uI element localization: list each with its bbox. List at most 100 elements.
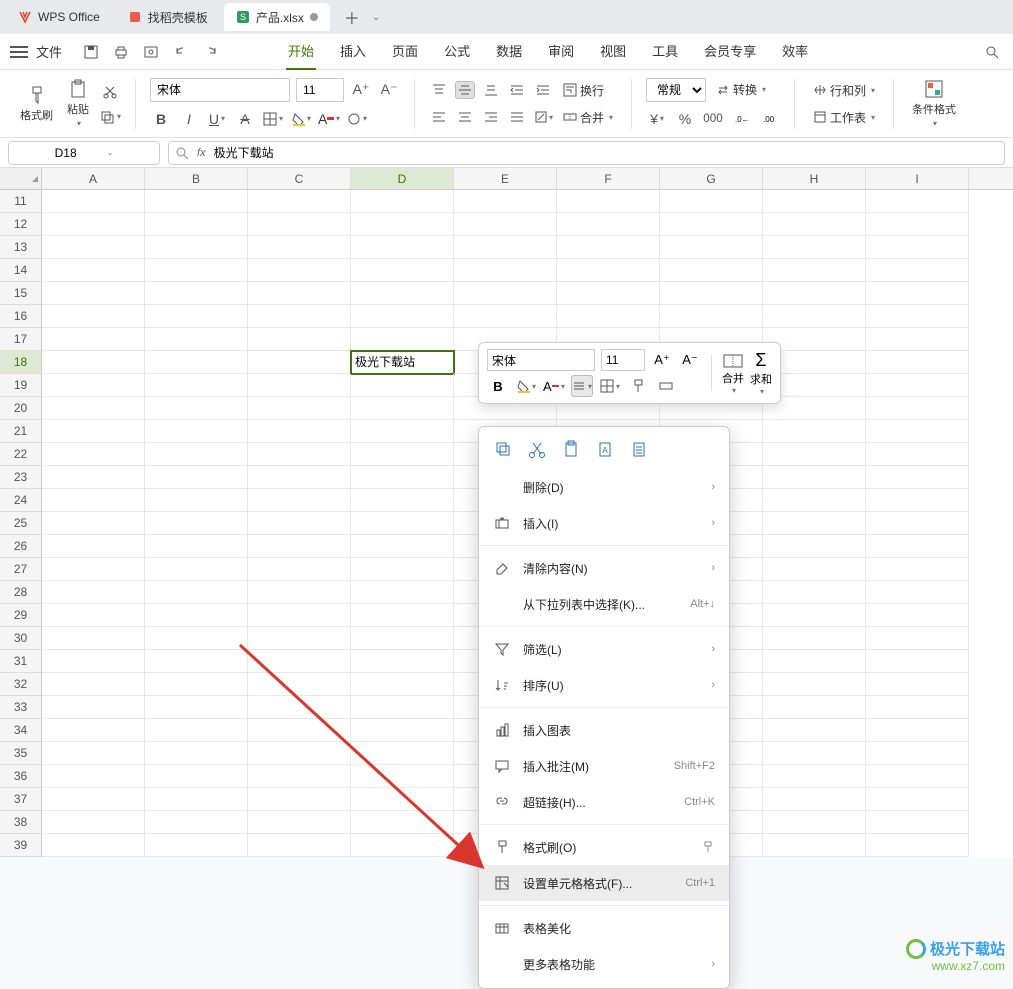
cell[interactable]	[351, 719, 454, 742]
cell[interactable]	[351, 420, 454, 443]
cell[interactable]	[866, 535, 969, 558]
cell[interactable]	[145, 374, 248, 397]
add-tab-button[interactable]: ＋	[340, 5, 364, 29]
cell[interactable]	[866, 328, 969, 351]
cell[interactable]	[351, 696, 454, 719]
font-family-select[interactable]	[150, 78, 290, 102]
col-header[interactable]: H	[763, 168, 866, 189]
cell[interactable]	[145, 696, 248, 719]
cell[interactable]	[557, 259, 660, 282]
mini-border-icon[interactable]: ▾	[599, 375, 621, 397]
hamburger-icon[interactable]	[10, 46, 28, 58]
ctx-filter[interactable]: 筛选(L)›	[479, 631, 729, 667]
cell[interactable]	[866, 213, 969, 236]
col-header[interactable]: A	[42, 168, 145, 189]
cell[interactable]	[351, 328, 454, 351]
align-center-icon[interactable]	[455, 108, 475, 126]
border-icon[interactable]: ▾	[262, 108, 284, 130]
paste-button[interactable]: 粘贴▾	[63, 77, 93, 130]
mini-merge-column[interactable]: 合并▾	[722, 352, 744, 395]
cell[interactable]	[866, 696, 969, 719]
cell[interactable]	[42, 765, 145, 788]
cell[interactable]	[248, 650, 351, 673]
cell[interactable]	[454, 282, 557, 305]
cell[interactable]	[866, 742, 969, 765]
cell[interactable]	[351, 236, 454, 259]
cell[interactable]	[248, 535, 351, 558]
tab-data[interactable]: 数据	[494, 33, 524, 70]
cell[interactable]	[248, 282, 351, 305]
row-header[interactable]: 24	[0, 489, 41, 512]
cell[interactable]	[866, 190, 969, 213]
convert-button[interactable]: 转换▾	[712, 79, 770, 100]
col-header[interactable]: E	[454, 168, 557, 189]
row-header[interactable]: 33	[0, 696, 41, 719]
cell[interactable]	[660, 282, 763, 305]
copy-icon[interactable]: ▾	[99, 106, 121, 128]
cell[interactable]	[866, 420, 969, 443]
row-header[interactable]: 38	[0, 811, 41, 834]
cell[interactable]	[763, 558, 866, 581]
cell[interactable]	[557, 213, 660, 236]
cell[interactable]	[145, 558, 248, 581]
row-header[interactable]: 30	[0, 627, 41, 650]
cell[interactable]	[248, 489, 351, 512]
comma-icon[interactable]: 000	[702, 108, 724, 130]
row-header[interactable]: 13	[0, 236, 41, 259]
cell[interactable]	[351, 811, 454, 834]
ctx-cell-format[interactable]: 设置单元格格式(F)...Ctrl+1	[479, 865, 729, 901]
mini-increase-font-icon[interactable]: A⁺	[651, 349, 673, 371]
cell[interactable]	[351, 259, 454, 282]
cell[interactable]	[145, 236, 248, 259]
cell[interactable]	[351, 374, 454, 397]
cell[interactable]	[866, 489, 969, 512]
cell[interactable]	[145, 673, 248, 696]
formula-input[interactable]: fx 极光下载站	[168, 141, 1005, 165]
cell[interactable]	[866, 397, 969, 420]
align-top-icon[interactable]	[429, 81, 449, 99]
cell[interactable]	[763, 834, 866, 857]
cell[interactable]	[145, 604, 248, 627]
cell[interactable]	[763, 466, 866, 489]
row-header[interactable]: 11	[0, 190, 41, 213]
cell[interactable]	[248, 696, 351, 719]
cell[interactable]	[248, 466, 351, 489]
cell[interactable]	[351, 305, 454, 328]
row-header[interactable]: 29	[0, 604, 41, 627]
cell[interactable]	[145, 535, 248, 558]
cell[interactable]	[557, 282, 660, 305]
strikethrough-icon[interactable]: A	[234, 108, 256, 130]
bold-icon[interactable]: B	[150, 108, 172, 130]
ctx-delete[interactable]: 删除(D)›	[479, 469, 729, 505]
orientation-icon[interactable]: ▾	[533, 108, 553, 126]
cell[interactable]	[351, 788, 454, 811]
cell[interactable]	[351, 581, 454, 604]
cell[interactable]	[763, 742, 866, 765]
cell[interactable]	[866, 627, 969, 650]
row-header[interactable]: 20	[0, 397, 41, 420]
row-header[interactable]: 32	[0, 673, 41, 696]
cell[interactable]	[145, 466, 248, 489]
cell[interactable]	[42, 190, 145, 213]
row-header[interactable]: 37	[0, 788, 41, 811]
cell[interactable]	[660, 259, 763, 282]
cell[interactable]	[557, 236, 660, 259]
name-box[interactable]: D18⌄	[8, 141, 160, 165]
file-menu[interactable]: 文件	[36, 42, 62, 61]
cell[interactable]	[248, 236, 351, 259]
cell[interactable]	[763, 627, 866, 650]
ctx-paste-icon[interactable]	[561, 439, 581, 459]
mini-decrease-font-icon[interactable]: A⁻	[679, 349, 701, 371]
cell[interactable]	[351, 535, 454, 558]
cell[interactable]	[866, 558, 969, 581]
rows-cols-button[interactable]: 行和列▾	[809, 80, 879, 101]
merge-cells-button[interactable]: 合并▾	[559, 107, 617, 128]
cell[interactable]	[42, 673, 145, 696]
row-header[interactable]: 14	[0, 259, 41, 282]
cell[interactable]	[866, 512, 969, 535]
ctx-insert[interactable]: 插入(I)›	[479, 505, 729, 541]
cell[interactable]	[763, 305, 866, 328]
cell[interactable]	[454, 213, 557, 236]
fx-icon[interactable]: fx	[197, 147, 206, 159]
tab-start[interactable]: 开始	[286, 33, 316, 70]
